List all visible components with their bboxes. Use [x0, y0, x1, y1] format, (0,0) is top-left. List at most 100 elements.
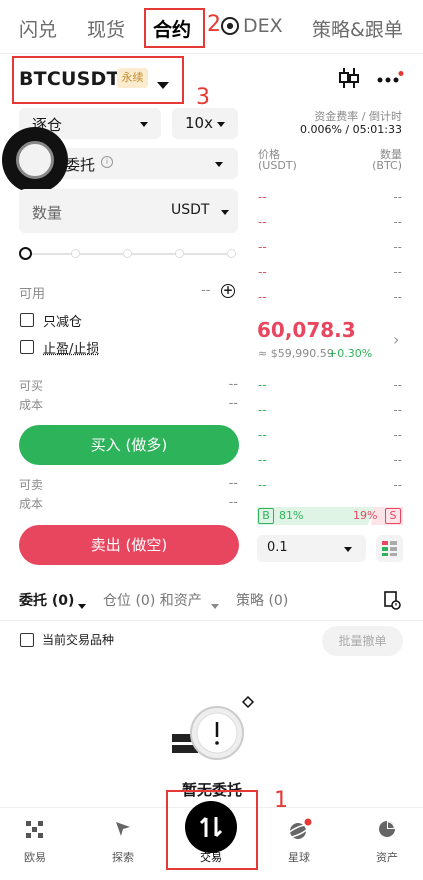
- bid-qty: --: [393, 378, 402, 392]
- nav-tab-strategy[interactable]: 策略&跟单: [312, 15, 403, 42]
- can-sell-value: --: [228, 476, 238, 491]
- buy-sell-ratio-bar: B 81% 19% S: [257, 507, 403, 525]
- annotation-box-1: [166, 790, 258, 870]
- soccer-ball-icon: [221, 17, 239, 35]
- leverage-select[interactable]: 10x: [172, 108, 238, 139]
- slider-handle[interactable]: [19, 247, 32, 260]
- last-price[interactable]: 60,078.3: [257, 318, 356, 342]
- bottom-tab-label: 星球: [288, 851, 310, 864]
- depth-select[interactable]: 0.1: [257, 535, 366, 562]
- nav-tab-spot[interactable]: 现货: [87, 15, 125, 42]
- ask-price[interactable]: --: [258, 240, 267, 254]
- qty-unit: (BTC): [372, 159, 402, 172]
- sell-short-button[interactable]: 卖出 (做空): [19, 525, 239, 565]
- tp-sl-checkbox[interactable]: [20, 340, 34, 354]
- ask-qty: --: [393, 290, 402, 304]
- info-icon[interactable]: i: [101, 156, 113, 168]
- orderbook-layout-icon[interactable]: [376, 535, 403, 562]
- sell-cost-value: --: [228, 495, 238, 510]
- empty-orders-illustration: [170, 695, 260, 776]
- bid-price[interactable]: --: [258, 478, 267, 492]
- ask-price[interactable]: --: [258, 190, 267, 204]
- reduce-only-label: 只减仓: [43, 315, 83, 330]
- available-value: --: [201, 283, 211, 298]
- depth-value: 0.1: [267, 540, 288, 555]
- chevron-down-icon: [217, 115, 225, 133]
- cancel-all-button[interactable]: 批量撤单: [322, 626, 403, 656]
- bid-qty: --: [393, 453, 402, 467]
- ask-qty: --: [393, 265, 402, 279]
- bottom-tab-label: 探索: [112, 851, 134, 864]
- buy-cost-label: 成本: [19, 398, 44, 412]
- okx-logo-icon: [26, 821, 43, 838]
- current-pair-checkbox[interactable]: [20, 633, 34, 647]
- leverage-value: 10x: [185, 114, 213, 132]
- tab-orders[interactable]: 委托 (0): [19, 590, 74, 610]
- price-unit: (USDT): [258, 159, 297, 172]
- bottom-tab-label: 资产: [376, 851, 398, 864]
- nav-tab-dex[interactable]: DEX: [243, 15, 283, 37]
- ask-price[interactable]: --: [258, 215, 267, 229]
- price-change: +0.30%: [328, 347, 373, 360]
- chevron-down-icon[interactable]: [211, 596, 219, 615]
- annotation-label-2: 2: [207, 12, 221, 37]
- bid-price[interactable]: --: [258, 378, 267, 392]
- buy-long-button[interactable]: 买入 (做多): [19, 425, 239, 465]
- ask-qty: --: [393, 215, 402, 229]
- ask-qty: --: [393, 190, 402, 204]
- reduce-only-checkbox[interactable]: [20, 313, 34, 327]
- annotation-label-1: 1: [274, 788, 288, 813]
- bid-price[interactable]: --: [258, 453, 267, 467]
- sell-tag: S: [385, 508, 401, 524]
- floating-assistive-button[interactable]: [2, 127, 68, 193]
- sell-ratio: 19%: [353, 509, 378, 522]
- bid-qty: --: [393, 403, 402, 417]
- quantity-unit[interactable]: USDT: [171, 202, 209, 218]
- nav-tab-convert[interactable]: 闪兑: [19, 15, 57, 42]
- bid-price[interactable]: --: [258, 428, 267, 442]
- annotation-box-3: [12, 56, 184, 104]
- sell-cost-label: 成本: [19, 497, 44, 511]
- buy-tag: B: [258, 508, 274, 524]
- planet-icon: [287, 818, 312, 839]
- ask-price[interactable]: --: [258, 290, 267, 304]
- tab-strategy[interactable]: 策略 (0): [236, 590, 288, 610]
- quantity-label: 数量: [32, 204, 63, 222]
- chevron-down-icon: [221, 203, 229, 221]
- pie-chart-icon: [379, 821, 395, 837]
- bid-qty: --: [393, 428, 402, 442]
- chevron-down-icon: [344, 540, 352, 558]
- ask-price[interactable]: --: [258, 265, 267, 279]
- buy-ratio: 81%: [279, 509, 304, 522]
- bid-price[interactable]: --: [258, 403, 267, 417]
- can-buy-value: --: [228, 377, 238, 392]
- add-funds-icon[interactable]: +: [221, 284, 235, 298]
- can-buy-label: 可买: [19, 379, 44, 393]
- available-label: 可用: [19, 287, 46, 302]
- funding-value: 0.006% / 05:01:33: [299, 123, 402, 136]
- current-pair-label: 当前交易品种: [42, 633, 115, 647]
- funding-label: 资金费率 / 倒计时: [314, 110, 402, 123]
- tp-sl-label[interactable]: 止盈/止损: [43, 338, 99, 357]
- order-type-value: 委托: [65, 156, 96, 174]
- ask-qty: --: [393, 240, 402, 254]
- tab-positions[interactable]: 仓位 (0) 和资产: [103, 590, 202, 610]
- slider-stop[interactable]: [175, 249, 184, 258]
- candlestick-icon[interactable]: [337, 66, 361, 90]
- can-sell-label: 可卖: [19, 478, 44, 492]
- divider: [0, 620, 423, 621]
- chevron-down-icon: [215, 155, 223, 173]
- order-history-icon[interactable]: [383, 590, 401, 610]
- chevron-down-icon[interactable]: [78, 596, 86, 615]
- chevron-down-icon: [140, 115, 148, 133]
- annotation-box-2: [144, 8, 205, 48]
- slider-stop[interactable]: [71, 249, 80, 258]
- annotation-label-3: 3: [196, 85, 210, 110]
- more-dots-icon[interactable]: [376, 70, 404, 84]
- chevron-right-icon[interactable]: ›: [393, 330, 399, 349]
- index-price: ≈ $59,990.59: [258, 347, 334, 360]
- quantity-input[interactable]: 数量 USDT: [19, 189, 238, 233]
- bid-qty: --: [393, 478, 402, 492]
- slider-stop[interactable]: [227, 249, 236, 258]
- slider-stop[interactable]: [123, 249, 132, 258]
